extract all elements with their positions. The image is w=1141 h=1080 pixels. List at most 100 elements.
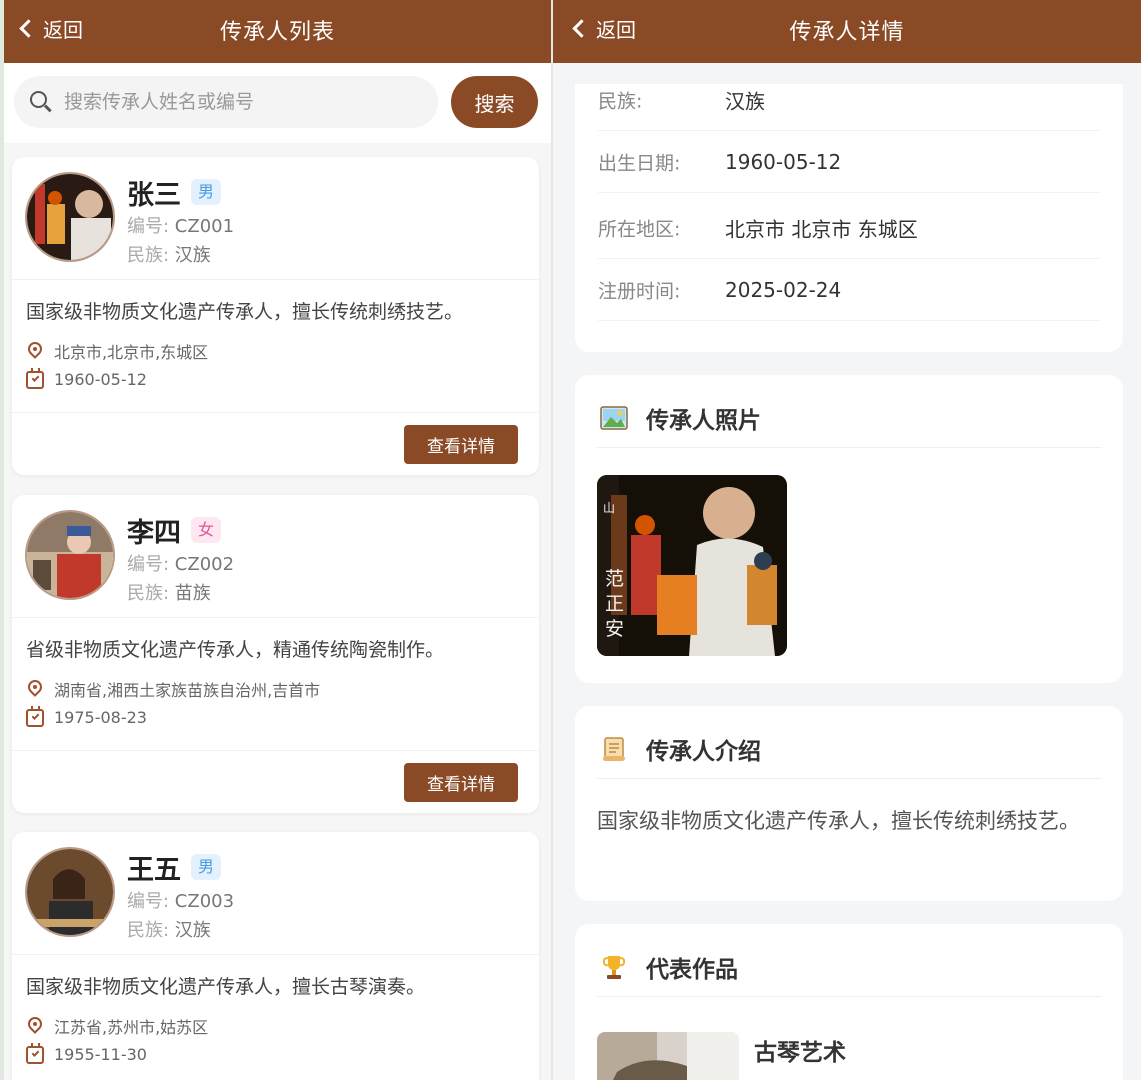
search-field[interactable] — [14, 76, 438, 128]
search-icon — [30, 91, 52, 113]
inheritor-nation: 民族: 汉族 — [127, 916, 211, 942]
info-row-nation: 民族: 汉族 — [598, 69, 1100, 131]
picture-icon — [600, 404, 628, 432]
nation-label: 民族: — [127, 920, 175, 941]
basic-info-card: 民族: 汉族 出生日期: 1960-05-12 所在地区: 北京市 北京市 东城… — [575, 84, 1123, 352]
top-navbar: 返回 传承人列表 — [4, 0, 551, 63]
info-value: 1960-05-12 — [725, 149, 842, 174]
inheritor-card: 张三 男 编号: CZ001 民族: 汉族 国家级非物质文化遗产传承人，擅长传统… — [12, 157, 539, 475]
card-header: 李四 女 编号: CZ002 民族: 苗族 — [12, 495, 539, 618]
code-value: CZ002 — [174, 554, 235, 575]
scroll-icon — [600, 735, 628, 763]
birth-row: 1960-05-12 — [26, 367, 147, 389]
inheritor-card: 王五 男 编号: CZ003 民族: 汉族 国家级非物质文化遗产传承人，擅长古琴… — [12, 832, 539, 1080]
card-header: 王五 男 编号: CZ003 民族: 汉族 — [12, 832, 539, 955]
gender-badge: 男 — [191, 854, 221, 880]
search-button[interactable]: 搜索 — [451, 76, 538, 128]
inheritor-nation: 民族: 苗族 — [127, 579, 211, 605]
info-value: 汉族 — [725, 89, 765, 113]
code-label: 编号: — [127, 554, 175, 575]
work-thumbnail[interactable] — [597, 1032, 739, 1080]
info-value: 北京市 北京市 东城区 — [725, 217, 918, 241]
top-navbar: 返回 传承人详情 — [553, 0, 1141, 63]
avatar — [25, 172, 115, 262]
search-input[interactable] — [64, 91, 424, 113]
inheritor-card: 李四 女 编号: CZ002 民族: 苗族 省级非物质文化遗产传承人，精通传统陶… — [12, 495, 539, 813]
photo-overlay-vertical: 范正安 — [605, 568, 625, 640]
section-divider — [597, 447, 1101, 448]
calendar-icon — [26, 1042, 44, 1064]
photo-card: 传承人照片 山 范正安 — [575, 375, 1123, 683]
birth-text: 1960-05-12 — [54, 370, 147, 389]
section-header: 代表作品 — [600, 950, 738, 984]
nation-label: 民族: — [127, 583, 175, 604]
calendar-icon — [26, 367, 44, 389]
avatar — [25, 847, 115, 937]
gender-badge: 男 — [191, 179, 221, 205]
work-title: 古琴艺术 — [754, 1040, 846, 1066]
page-title: 传承人列表 — [219, 20, 335, 45]
code-value: CZ001 — [174, 216, 235, 237]
search-bar: 搜索 — [4, 63, 551, 143]
region-row: 湖南省,湘西土家族苗族自治州,吉首市 — [25, 677, 321, 701]
inheritor-code: 编号: CZ002 — [127, 550, 234, 576]
inheritor-list-screen: 返回 传承人列表 搜索 张三 男 编号: CZ00 — [0, 0, 551, 1080]
view-detail-button[interactable]: 查看详情 — [404, 763, 518, 802]
inheritor-code: 编号: CZ003 — [127, 887, 234, 913]
location-pin-icon — [25, 677, 45, 698]
nation-label: 民族: — [127, 245, 175, 266]
code-label: 编号: — [127, 216, 175, 237]
trophy-icon — [600, 953, 628, 981]
info-label: 出生日期: — [598, 152, 681, 174]
info-value: 2025-02-24 — [725, 277, 842, 302]
inheritor-description: 省级非物质文化遗产传承人，精通传统陶瓷制作。 — [26, 639, 445, 661]
section-title: 代表作品 — [646, 957, 738, 983]
inheritor-detail-screen: 返回 传承人详情 民族: 汉族 出生日期: 1960-05-12 所在地区: 北… — [553, 0, 1141, 1080]
section-title: 传承人照片 — [646, 408, 761, 434]
view-detail-button[interactable]: 查看详情 — [404, 425, 518, 464]
region-text: 北京市,北京市,东城区 — [54, 343, 209, 362]
info-row-registered: 注册时间: 2025-02-24 — [598, 259, 1100, 321]
section-divider — [597, 996, 1101, 997]
gender-badge: 女 — [191, 517, 221, 543]
section-title: 传承人介绍 — [646, 739, 761, 765]
inheritor-code: 编号: CZ001 — [127, 212, 234, 238]
inheritor-description: 国家级非物质文化遗产传承人，擅长古琴演奏。 — [26, 976, 426, 998]
section-header: 传承人介绍 — [600, 732, 761, 766]
region-row: 北京市,北京市,东城区 — [25, 339, 209, 363]
birth-text: 1975-08-23 — [54, 708, 147, 727]
section-header: 传承人照片 — [600, 401, 761, 435]
card-header: 张三 男 编号: CZ001 民族: 汉族 — [12, 157, 539, 280]
card-footer: 查看详情 — [12, 412, 539, 475]
photo-overlay-char: 山 — [603, 501, 616, 515]
nation-value: 汉族 — [174, 245, 211, 266]
region-row: 江苏省,苏州市,姑苏区 — [25, 1014, 209, 1038]
code-value: CZ003 — [174, 891, 235, 912]
section-divider — [597, 778, 1101, 779]
page-title: 传承人详情 — [789, 20, 905, 45]
info-row-region: 所在地区: 北京市 北京市 东城区 — [598, 197, 1100, 259]
code-label: 编号: — [127, 891, 175, 912]
inheritor-name: 王五 — [127, 855, 181, 886]
info-label: 民族: — [598, 90, 643, 112]
region-text: 江苏省,苏州市,姑苏区 — [54, 1018, 209, 1037]
birth-row: 1975-08-23 — [26, 705, 147, 727]
works-card: 代表作品 古琴艺术 — [575, 924, 1123, 1080]
location-pin-icon — [25, 339, 45, 360]
info-label: 所在地区: — [598, 218, 681, 240]
inheritor-photo[interactable]: 山 范正安 — [597, 475, 787, 656]
nation-value: 汉族 — [174, 920, 211, 941]
avatar — [25, 510, 115, 600]
inheritor-description: 国家级非物质文化遗产传承人，擅长传统刺绣技艺。 — [26, 301, 464, 323]
inheritor-name: 李四 — [127, 518, 181, 549]
birth-text: 1955-11-30 — [54, 1045, 147, 1064]
inheritor-nation: 民族: 汉族 — [127, 241, 211, 267]
info-row-birth: 出生日期: 1960-05-12 — [598, 131, 1100, 193]
calendar-icon — [26, 705, 44, 727]
intro-card: 传承人介绍 国家级非物质文化遗产传承人，擅长传统刺绣技艺。 — [575, 706, 1123, 901]
card-footer: 查看详情 — [12, 750, 539, 813]
region-text: 湖南省,湘西土家族苗族自治州,吉首市 — [54, 681, 321, 700]
inheritor-name: 张三 — [127, 180, 181, 211]
info-label: 注册时间: — [598, 280, 681, 302]
nation-value: 苗族 — [174, 583, 211, 604]
